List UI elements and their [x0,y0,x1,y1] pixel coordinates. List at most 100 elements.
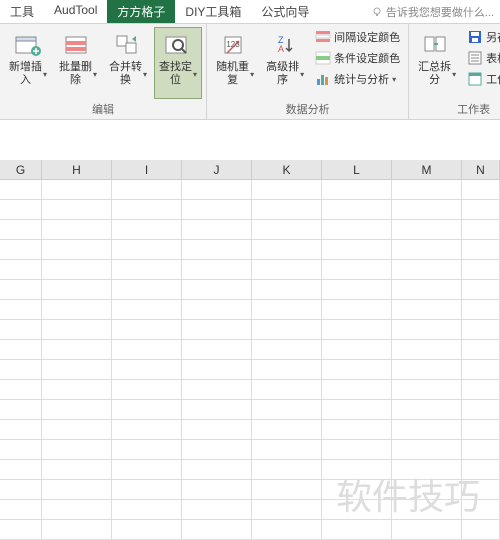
cell[interactable] [322,440,392,459]
cell[interactable] [392,480,462,499]
cell[interactable] [392,340,462,359]
cell[interactable] [252,340,322,359]
cell[interactable] [322,300,392,319]
cell[interactable] [252,480,322,499]
column-header[interactable]: L [322,160,392,179]
cell[interactable] [112,260,182,279]
cell[interactable] [462,440,500,459]
cell[interactable] [462,480,500,499]
cell[interactable] [42,280,112,299]
cell[interactable] [252,220,322,239]
cell[interactable] [462,300,500,319]
cell[interactable] [392,180,462,199]
cell[interactable] [252,440,322,459]
sort-button[interactable]: ZA 高级排 序▾ [261,27,309,99]
cell[interactable] [0,220,42,239]
cell[interactable] [182,440,252,459]
cell[interactable] [462,420,500,439]
cell[interactable] [42,200,112,219]
tab-1[interactable]: AudTool [44,0,107,23]
cell[interactable] [252,400,322,419]
cell[interactable] [182,480,252,499]
cell[interactable] [112,520,182,539]
cell[interactable] [0,260,42,279]
cell[interactable] [322,480,392,499]
cell[interactable] [182,300,252,319]
cell[interactable] [252,460,322,479]
cell[interactable] [0,380,42,399]
cell[interactable] [42,300,112,319]
cell[interactable] [322,460,392,479]
cell[interactable] [392,260,462,279]
tab-3[interactable]: DIY工具箱 [175,0,251,23]
cell[interactable] [42,380,112,399]
cell[interactable] [322,360,392,379]
cell[interactable] [112,380,182,399]
cell[interactable] [252,180,322,199]
cell[interactable] [462,260,500,279]
cell[interactable] [42,420,112,439]
cell[interactable] [462,520,500,539]
cell[interactable] [322,180,392,199]
cell[interactable] [42,240,112,259]
cell[interactable] [182,180,252,199]
cell[interactable] [42,500,112,519]
cell[interactable] [462,400,500,419]
cell[interactable] [182,220,252,239]
cell[interactable] [112,440,182,459]
cell[interactable] [322,260,392,279]
cell[interactable] [0,500,42,519]
cell[interactable] [322,200,392,219]
cell[interactable] [112,460,182,479]
cell[interactable] [252,420,322,439]
cell[interactable] [462,460,500,479]
cell[interactable] [322,320,392,339]
cell[interactable] [322,340,392,359]
cell[interactable] [322,380,392,399]
cell[interactable] [392,380,462,399]
tab-0[interactable]: 工具 [0,0,44,23]
column-header[interactable]: I [112,160,182,179]
cell[interactable] [42,260,112,279]
column-header[interactable]: J [182,160,252,179]
cell[interactable] [182,400,252,419]
cell[interactable] [0,180,42,199]
cell[interactable] [462,500,500,519]
cell[interactable] [112,320,182,339]
tell-me[interactable]: 告诉我您想要做什么... [365,0,500,23]
cell[interactable] [182,500,252,519]
cell[interactable] [322,420,392,439]
cell[interactable] [252,320,322,339]
column-header[interactable]: K [252,160,322,179]
cell[interactable] [112,420,182,439]
cell[interactable] [0,200,42,219]
cell[interactable] [392,200,462,219]
cell[interactable] [252,260,322,279]
delete-button[interactable]: 批量删 除▾ [54,27,102,99]
cell[interactable] [0,420,42,439]
cell[interactable] [42,520,112,539]
cell[interactable] [0,440,42,459]
toc-button[interactable]: 表格目录 [463,48,500,68]
cell[interactable] [252,200,322,219]
column-header[interactable]: N [462,160,500,179]
cell[interactable] [42,460,112,479]
cell[interactable] [462,200,500,219]
cell[interactable] [0,480,42,499]
cell[interactable] [112,200,182,219]
interval-color-button[interactable]: 间隔设定颜色 [311,27,404,47]
cell[interactable] [322,520,392,539]
tab-2[interactable]: 方方格子 [107,0,175,23]
random-button[interactable]: 123 随机重 复▾ [211,27,259,99]
cell[interactable] [252,360,322,379]
tab-4[interactable]: 公式向导 [251,0,319,23]
cell[interactable] [322,240,392,259]
cell[interactable] [392,220,462,239]
cell[interactable] [252,520,322,539]
cell[interactable] [112,180,182,199]
cell[interactable] [42,400,112,419]
cell[interactable] [252,280,322,299]
cell[interactable] [392,320,462,339]
sheet-button[interactable]: 工作表 ▾ [463,69,500,89]
cell[interactable] [0,460,42,479]
